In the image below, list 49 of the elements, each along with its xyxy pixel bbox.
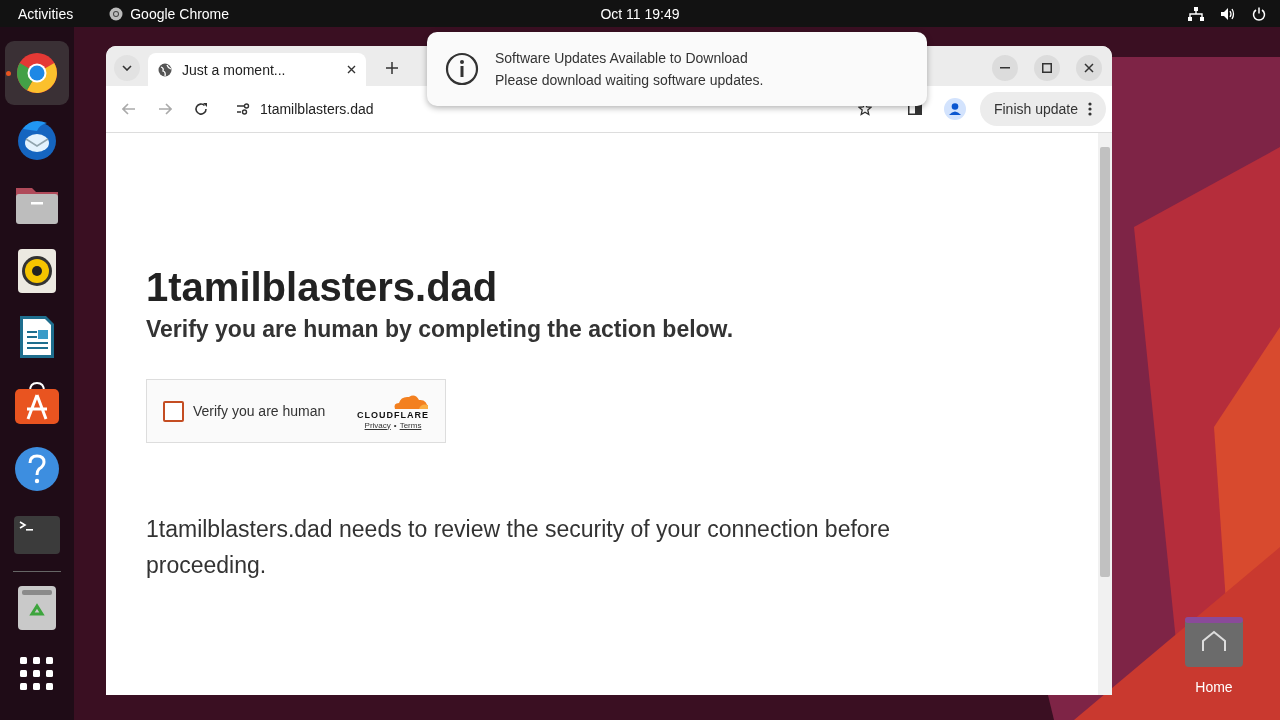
tab-search-button[interactable] (114, 55, 140, 81)
page-subtitle: Verify you are human by completing the action below. (146, 316, 735, 343)
globe-icon (158, 62, 172, 77)
finish-update-button[interactable]: Finish update (979, 92, 1106, 126)
desktop-icon-label[interactable]: Home (1195, 679, 1233, 695)
scrollbar[interactable] (1098, 133, 1112, 695)
reload-icon[interactable] (194, 102, 208, 116)
info-icon (445, 52, 479, 86)
checkbox-label: Verify you are human (193, 403, 326, 419)
dock-item[interactable] (5, 41, 69, 105)
help-icon (14, 446, 60, 492)
maximize-button[interactable] (1034, 55, 1060, 81)
security-message: 1tamilblasters.dad needs to review the security of your connection before proceeding. (146, 515, 892, 580)
page-title: 1tamilblasters.dad (146, 265, 499, 310)
terminal-icon (14, 516, 60, 554)
speaker-icon (18, 249, 56, 293)
terms-link[interactable]: Terms (399, 420, 422, 430)
browser-tab[interactable]: Just a moment... (148, 53, 366, 86)
checkbox[interactable] (163, 400, 184, 422)
close-icon[interactable] (347, 65, 356, 74)
minimize-button[interactable] (992, 55, 1018, 81)
shopping-bag-icon (14, 381, 60, 425)
new-tab-icon[interactable] (386, 62, 398, 74)
privacy-link[interactable]: Privacy (364, 420, 391, 430)
notification-title: Software Updates Available to Download (495, 50, 749, 66)
clock[interactable]: Oct 11 19:49 (600, 5, 680, 22)
chevron-down-icon (122, 65, 132, 71)
trash-icon (18, 586, 56, 630)
document-icon (18, 314, 56, 360)
app-grid-icon (20, 657, 54, 691)
home-folder-icon[interactable] (1185, 617, 1243, 667)
activities-button[interactable]: Activities (18, 5, 74, 22)
notification-body: Please download waiting software updates. (495, 72, 764, 88)
power-icon[interactable] (1252, 6, 1266, 21)
network-icon[interactable] (1188, 6, 1204, 21)
chrome-icon (15, 51, 59, 95)
profile-icon[interactable] (943, 98, 966, 120)
link-separator: • (393, 420, 397, 430)
chrome-icon (109, 6, 124, 21)
notification[interactable]: Software Updates Available to Download Please download waiting software updates. (427, 32, 927, 106)
close-icon (1084, 63, 1094, 73)
site-settings-icon[interactable] (236, 103, 250, 115)
more-icon (1088, 102, 1092, 116)
minimize-icon (1000, 67, 1010, 69)
brand-name: CLOUDFLARE (357, 409, 429, 420)
app-menu[interactable]: Google Chrome (130, 5, 230, 22)
maximize-icon (1042, 63, 1052, 73)
close-button[interactable] (1076, 55, 1102, 81)
volume-icon[interactable] (1220, 6, 1236, 21)
